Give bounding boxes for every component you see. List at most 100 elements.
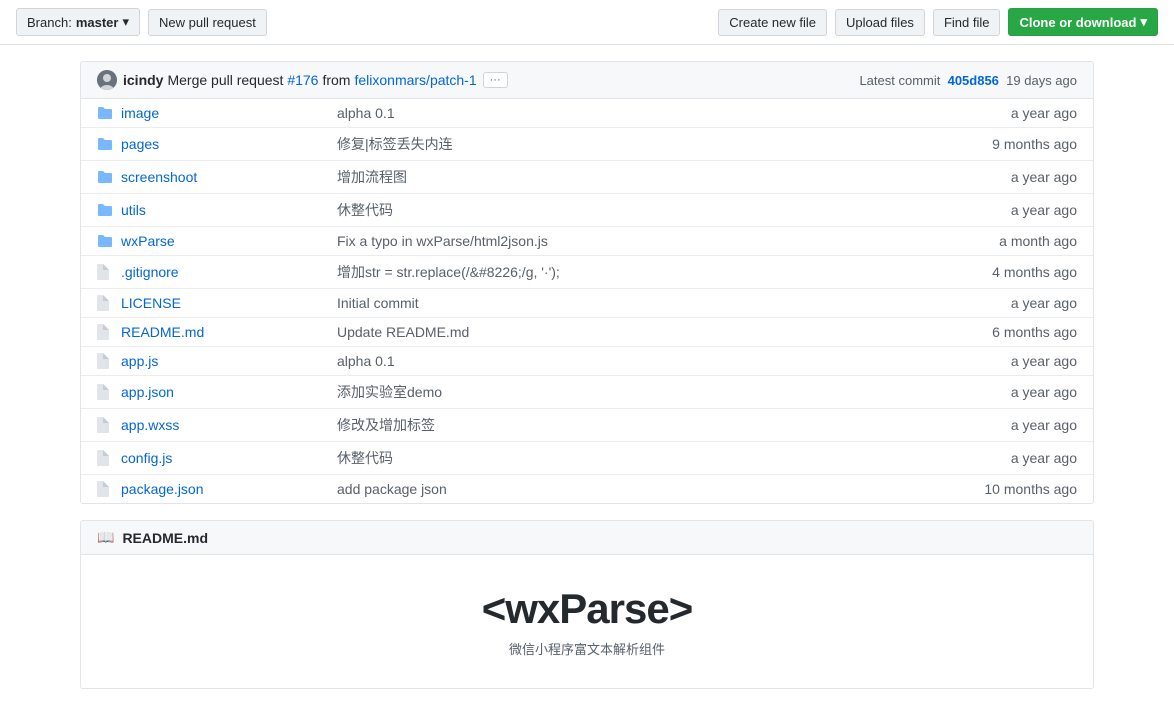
file-age: a year ago: [957, 105, 1077, 121]
file-name-link[interactable]: screenshoot: [121, 169, 197, 185]
file-name-link[interactable]: app.json: [121, 384, 174, 400]
file-name: image: [121, 105, 321, 121]
create-new-file-button[interactable]: Create new file: [718, 9, 827, 36]
folder-icon: [97, 203, 113, 217]
file-name-link[interactable]: wxParse: [121, 233, 175, 249]
file-name-link[interactable]: pages: [121, 136, 159, 152]
wxparse-subtitle: 微信小程序富文本解析组件: [121, 639, 1053, 658]
find-file-button[interactable]: Find file: [933, 9, 1001, 36]
file-name-link[interactable]: package.json: [121, 481, 204, 497]
file-message: alpha 0.1: [321, 105, 957, 121]
file-age: 6 months ago: [957, 324, 1077, 340]
file-age: 4 months ago: [957, 264, 1077, 280]
folder-icon: [97, 106, 113, 120]
upload-files-button[interactable]: Upload files: [835, 9, 925, 36]
commit-age: 19 days ago: [1006, 73, 1077, 88]
file-message: 增加流程图: [321, 167, 957, 187]
file-icon: [97, 264, 113, 280]
wxparse-logo-title: <wxParse>: [121, 585, 1053, 633]
file-name: wxParse: [121, 233, 321, 249]
toolbar: Branch: master ▾ New pull request Create…: [0, 0, 1174, 45]
table-row: image alpha 0.1a year ago: [81, 99, 1093, 128]
table-row: pages 修复|标签丢失内连9 months ago: [81, 128, 1093, 161]
commit-hash-link[interactable]: 405d856: [948, 73, 999, 88]
file-name-link[interactable]: README.md: [121, 324, 204, 340]
file-name: LICENSE: [121, 295, 321, 311]
file-icon: [97, 353, 113, 369]
commit-message: Merge pull request: [167, 72, 283, 88]
file-name-link[interactable]: utils: [121, 202, 146, 218]
file-name-link[interactable]: app.wxss: [121, 417, 179, 433]
file-name: config.js: [121, 450, 321, 466]
from-text: from: [322, 72, 350, 88]
new-pull-request-button[interactable]: New pull request: [148, 9, 267, 36]
file-name-link[interactable]: LICENSE: [121, 295, 181, 311]
branch-selector[interactable]: Branch: master ▾: [16, 8, 140, 36]
file-icon: [97, 417, 113, 433]
file-age: 9 months ago: [957, 136, 1077, 152]
file-name: README.md: [121, 324, 321, 340]
file-icon: [97, 295, 113, 311]
table-row: utils 休整代码a year ago: [81, 194, 1093, 227]
file-name-link[interactable]: image: [121, 105, 159, 121]
branch-reference-link[interactable]: felixonmars/patch-1: [354, 72, 476, 88]
latest-commit-label: Latest commit: [859, 73, 940, 88]
table-row: app.js alpha 0.1a year ago: [81, 347, 1093, 376]
clone-label: Clone or download: [1019, 15, 1136, 30]
file-name: app.json: [121, 384, 321, 400]
file-message: 休整代码: [321, 200, 957, 220]
table-row: .gitignore 增加str = str.replace(/&#8226;/g…: [81, 256, 1093, 289]
file-icon: [97, 384, 113, 400]
file-name: pages: [121, 136, 321, 152]
chevron-down-icon: ▾: [1140, 14, 1147, 30]
file-name: package.json: [121, 481, 321, 497]
table-row: package.jsonadd package json10 months ag…: [81, 475, 1093, 503]
file-message: Update README.md: [321, 324, 957, 340]
readme-header: 📖 README.md: [81, 521, 1093, 555]
folder-icon: [97, 170, 113, 184]
commit-author: icindy: [123, 72, 163, 88]
file-name-link[interactable]: .gitignore: [121, 264, 179, 280]
file-name-link[interactable]: app.js: [121, 353, 158, 369]
file-message: Initial commit: [321, 295, 957, 311]
clone-or-download-button[interactable]: Clone or download ▾: [1008, 8, 1158, 36]
table-row: config.js 休整代码a year ago: [81, 442, 1093, 475]
file-age: a year ago: [957, 295, 1077, 311]
branch-name: master: [76, 15, 119, 30]
table-row: README.md Update README.md6 months ago: [81, 318, 1093, 347]
file-message: Fix a typo in wxParse/html2json.js: [321, 233, 957, 249]
file-message-link[interactable]: wxParse/html2json.js: [416, 233, 548, 249]
folder-icon: [97, 137, 113, 151]
pull-request-link[interactable]: #176: [287, 72, 318, 88]
file-message: 添加实验室demo: [321, 382, 957, 402]
file-name: screenshoot: [121, 169, 321, 185]
file-age: a year ago: [957, 353, 1077, 369]
file-icon: [97, 450, 113, 466]
file-table: imagealpha 0.1a year ago pages修复|标签丢失内连9…: [80, 99, 1094, 504]
table-row: app.json 添加实验室demoa year ago: [81, 376, 1093, 409]
file-age: a year ago: [957, 450, 1077, 466]
table-row: LICENSE Initial commita year ago: [81, 289, 1093, 318]
file-name: .gitignore: [121, 264, 321, 280]
readme-title: README.md: [122, 530, 208, 546]
commit-info: Latest commit 405d856 19 days ago: [859, 73, 1077, 88]
file-message: 修复|标签丢失内连: [321, 134, 957, 154]
file-name-link[interactable]: config.js: [121, 450, 172, 466]
file-message: alpha 0.1: [321, 353, 957, 369]
readme-body: <wxParse> 微信小程序富文本解析组件: [81, 555, 1093, 688]
wxparse-title-left: <wxParse>: [482, 585, 693, 632]
book-icon: 📖: [97, 529, 114, 546]
file-age: a year ago: [957, 202, 1077, 218]
file-message: add package json: [321, 481, 957, 497]
file-age: a year ago: [957, 169, 1077, 185]
branch-label: Branch:: [27, 15, 72, 30]
file-age: a year ago: [957, 384, 1077, 400]
file-message: 休整代码: [321, 448, 957, 468]
expand-message-button[interactable]: ···: [483, 72, 508, 88]
readme-section: 📖 README.md <wxParse> 微信小程序富文本解析组件: [80, 520, 1094, 689]
chevron-down-icon: ▾: [122, 14, 129, 30]
file-icon: [97, 324, 113, 340]
file-age: a year ago: [957, 417, 1077, 433]
table-row: app.wxss修改及增加标签a year ago: [81, 409, 1093, 442]
file-message: 增加str = str.replace(/&#8226;/g, '·');: [321, 262, 957, 282]
